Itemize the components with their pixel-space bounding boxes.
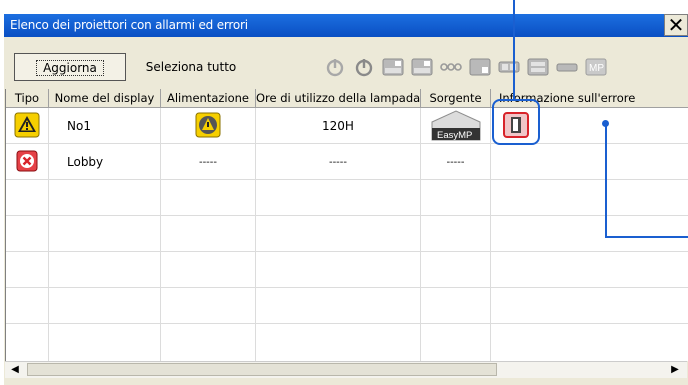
source-svideo-icon[interactable] <box>467 55 493 79</box>
toolbar-icon-group: MP <box>322 55 609 81</box>
error-info-cell <box>491 144 688 180</box>
callout-line-vertical <box>605 123 607 238</box>
type-cell <box>6 108 49 144</box>
callout-line-top <box>513 0 515 99</box>
easymp-source-icon: EasyMP <box>429 108 483 145</box>
warning-icon <box>14 112 40 141</box>
display-name-cell: No1 <box>49 108 161 144</box>
projector-alarm-window: Elenco dei proiettori con allarmi ed err… <box>0 0 688 385</box>
lamp-warning-icon <box>195 112 221 141</box>
source-computer1-icon[interactable] <box>380 55 406 79</box>
scroll-right-icon[interactable]: ▶ <box>667 363 683 377</box>
table-row[interactable]: No1 120H EasyMP <box>6 108 688 144</box>
lamp-hours-cell: ----- <box>256 144 421 180</box>
callout-highlight <box>492 99 540 145</box>
col-header-source[interactable]: Sorgente <box>421 89 491 107</box>
col-header-name[interactable]: Nome del display <box>49 89 161 107</box>
close-button[interactable]: ✕ <box>664 14 688 36</box>
table-row[interactable]: Lobby ----- ----- ----- <box>6 144 688 180</box>
horizontal-scrollbar[interactable]: ◀ ▶ <box>5 361 687 378</box>
source-hdmi-icon[interactable] <box>525 55 551 79</box>
toolbar: Aggiorna Seleziona tutto MP <box>4 37 688 83</box>
easymp-source-label: EasyMP <box>437 130 472 141</box>
scroll-left-icon[interactable]: ◀ <box>7 363 23 377</box>
source-cell: ----- <box>421 144 491 180</box>
error-icon <box>16 150 38 175</box>
table-row-empty <box>6 324 688 361</box>
table-row-empty <box>6 288 688 324</box>
refresh-label: Aggiorna <box>36 60 104 76</box>
table-row-empty <box>6 216 688 252</box>
callout-line-horizontal <box>605 236 688 238</box>
source-component-icon[interactable] <box>496 55 522 79</box>
col-header-power[interactable]: Alimentazione <box>161 89 256 107</box>
power-cell <box>161 108 256 144</box>
source-computer2-icon[interactable] <box>409 55 435 79</box>
scroll-thumb[interactable] <box>27 363 497 376</box>
power-off-icon[interactable] <box>351 55 377 79</box>
table-row-empty <box>6 252 688 288</box>
source-easymp-icon[interactable]: MP <box>583 55 609 79</box>
close-icon: ✕ <box>667 13 685 37</box>
title-bar[interactable]: Elenco dei proiettori con allarmi ed err… <box>4 14 688 37</box>
projector-table: Tipo Nome del display Alimentazione Ore … <box>5 89 688 361</box>
col-header-type[interactable]: Tipo <box>6 89 49 107</box>
display-name-cell: Lobby <box>49 144 161 180</box>
source-cell: EasyMP <box>421 108 491 144</box>
select-all-button[interactable]: Seleziona tutto <box>136 53 246 81</box>
table-row-empty <box>6 180 688 216</box>
source-lan-icon[interactable] <box>554 55 580 79</box>
col-header-lamp-hours[interactable]: Ore di utilizzo della lampada <box>256 89 421 107</box>
power-on-icon[interactable] <box>322 55 348 79</box>
table-header: Tipo Nome del display Alimentazione Ore … <box>6 89 688 108</box>
easymp-label: MP <box>589 63 604 74</box>
lamp-hours-cell: 120H <box>256 108 421 144</box>
type-cell <box>6 144 49 180</box>
window-title: Elenco dei proiettori con allarmi ed err… <box>10 18 248 32</box>
source-video-icon[interactable] <box>438 55 464 79</box>
refresh-button[interactable]: Aggiorna <box>14 53 126 81</box>
power-cell: ----- <box>161 144 256 180</box>
